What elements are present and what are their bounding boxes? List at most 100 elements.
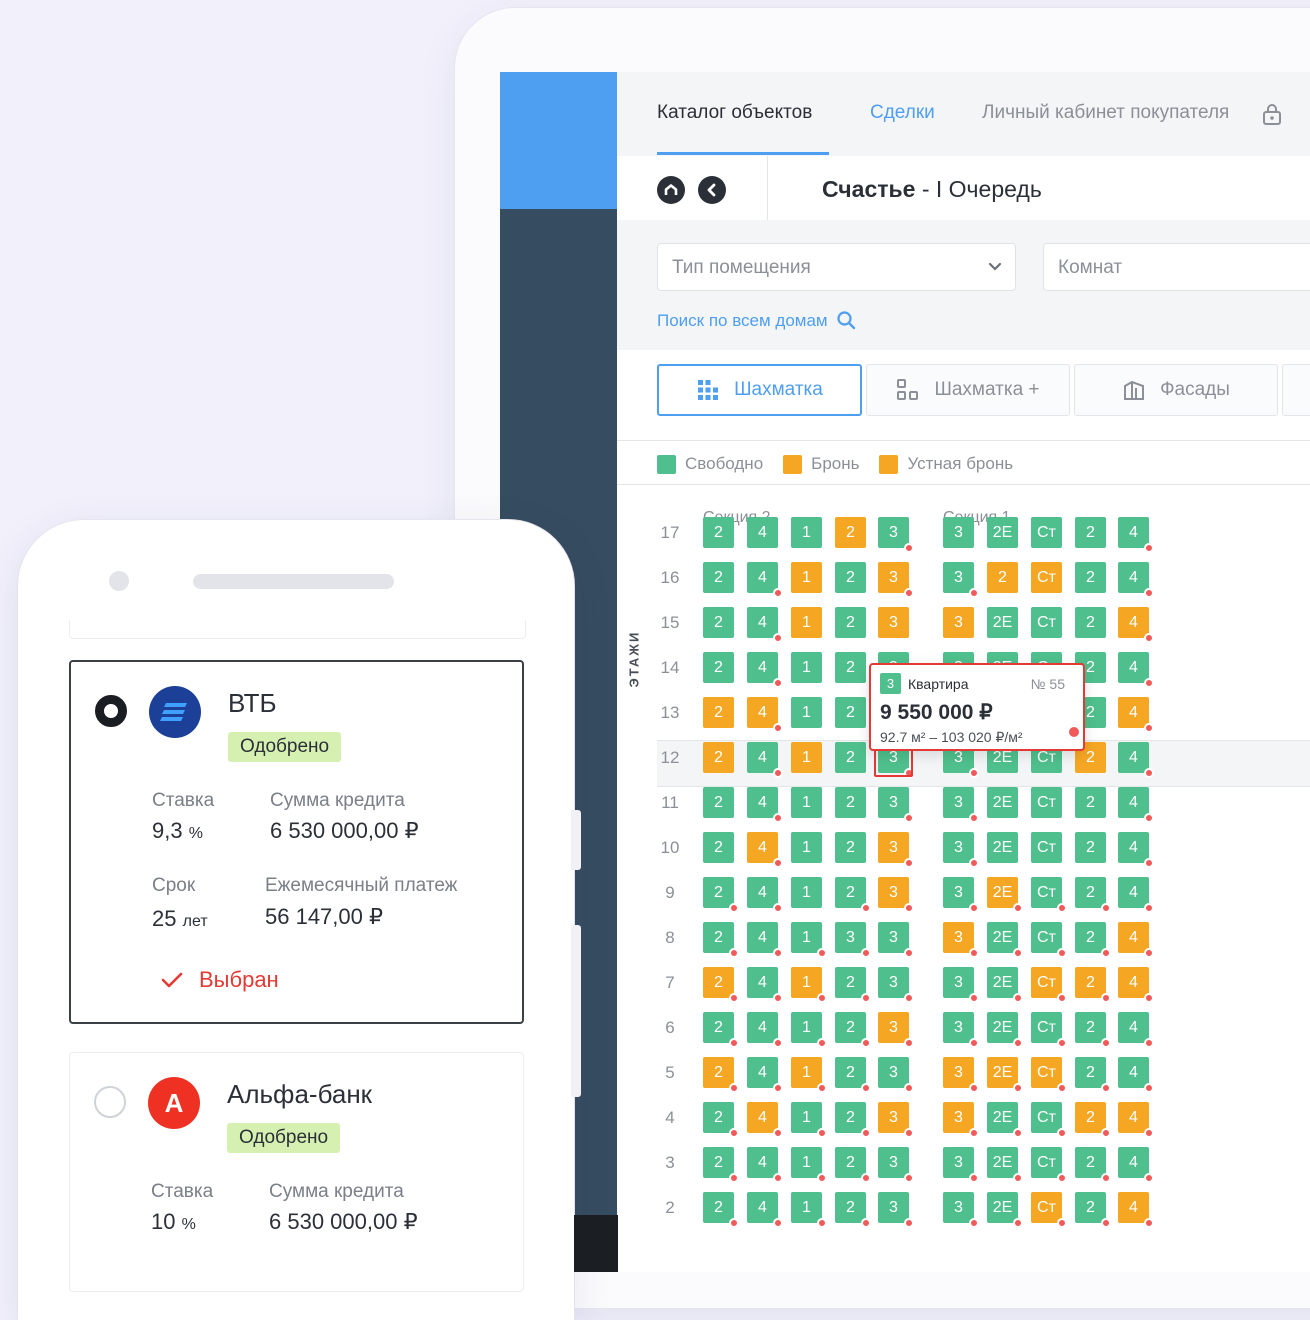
home-button[interactable]	[657, 176, 685, 204]
apartment-cell[interactable]: 3	[878, 787, 914, 823]
apartment-cell[interactable]: 2Е	[987, 1192, 1023, 1228]
apartment-cell[interactable]: Ст	[1031, 787, 1062, 818]
apartment-cell[interactable]: 2	[835, 652, 866, 683]
apartment-cell[interactable]: 3	[878, 517, 914, 553]
apartment-cell[interactable]: 2Е	[987, 1057, 1023, 1093]
apartment-cell[interactable]: 2	[703, 967, 739, 1003]
apartment-cell[interactable]: 4	[1118, 1057, 1154, 1093]
apartment-cell[interactable]: 4	[747, 877, 783, 913]
apartment-cell[interactable]: 4	[1118, 1102, 1154, 1138]
tab-deals[interactable]: Сделки	[870, 102, 935, 124]
radio-selected[interactable]	[95, 695, 127, 727]
apartment-cell[interactable]: 2Е	[987, 1147, 1023, 1183]
apartment-cell[interactable]: 2	[835, 1147, 871, 1183]
apartment-cell[interactable]: 1	[791, 517, 822, 548]
apartment-cell[interactable]: 2Е	[987, 877, 1023, 913]
apartment-cell[interactable]: 2	[703, 607, 734, 638]
apartment-cell[interactable]: 3	[943, 787, 979, 823]
apartment-cell[interactable]: 1	[791, 1192, 827, 1228]
apartment-cell[interactable]: 4	[1118, 877, 1154, 913]
apartment-cell[interactable]: 2Е	[987, 607, 1018, 638]
back-button[interactable]	[698, 176, 726, 204]
bank-card-alfa[interactable]: А Альфа-банк Одобрено Ставка 10 % Сумма …	[69, 1052, 524, 1292]
apartment-cell[interactable]: 3	[943, 1012, 979, 1048]
apartment-cell[interactable]: 2	[835, 1057, 871, 1093]
apartment-cell[interactable]: 2	[703, 517, 734, 548]
apartment-cell[interactable]: 2Е	[987, 922, 1023, 958]
apartment-cell[interactable]: 2	[703, 1057, 739, 1093]
apartment-cell[interactable]: 2Е	[987, 832, 1018, 863]
apartment-cell[interactable]: 2	[835, 787, 866, 818]
apartment-cell[interactable]: 1	[791, 967, 827, 1003]
apartment-cell[interactable]: 4	[1118, 787, 1154, 823]
apartment-cell[interactable]: 2	[1075, 787, 1106, 818]
apartment-cell[interactable]: Ст	[1031, 517, 1062, 548]
apartment-cell[interactable]: 2	[1075, 1012, 1111, 1048]
apartment-cell[interactable]: 4	[747, 607, 783, 643]
tab-chessboard-plus[interactable]: Шахматка +	[866, 364, 1070, 416]
apartment-cell[interactable]: 1	[791, 1057, 827, 1093]
radio-unselected[interactable]	[94, 1086, 126, 1118]
apartment-cell[interactable]: Ст	[1031, 1147, 1067, 1183]
apartment-cell[interactable]: 3	[943, 562, 979, 598]
apartment-cell[interactable]: 3	[878, 967, 914, 1003]
apartment-cell[interactable]: 2	[703, 1147, 739, 1183]
apartment-cell[interactable]: 1	[791, 877, 822, 908]
apartment-cell[interactable]: 2	[1075, 1147, 1111, 1183]
apartment-cell[interactable]: 4	[747, 967, 783, 1003]
apartment-cell[interactable]: 2Е	[987, 517, 1018, 548]
apartment-cell[interactable]: 1	[791, 1102, 827, 1138]
apartment-cell[interactable]: 2Е	[987, 787, 1018, 818]
apartment-cell[interactable]: 4	[1118, 697, 1154, 733]
apartment-cell[interactable]: 3	[835, 922, 871, 958]
apartment-cell[interactable]: 2	[835, 967, 871, 1003]
apartment-cell[interactable]: 2	[835, 697, 866, 728]
apartment-cell[interactable]: 1	[791, 562, 822, 593]
apartment-cell[interactable]: 1	[791, 832, 822, 863]
apartment-cell[interactable]: 4	[1118, 517, 1154, 553]
apartment-cell[interactable]: 2	[703, 832, 734, 863]
apartment-cell[interactable]: 2	[835, 877, 871, 913]
apartment-cell[interactable]: 4	[1118, 562, 1154, 598]
apartment-cell[interactable]: Ст	[1031, 1192, 1067, 1228]
apartment-cell[interactable]: 3	[878, 1012, 914, 1048]
apartment-cell[interactable]: 2	[1075, 832, 1106, 863]
apartment-cell[interactable]: 3	[878, 607, 909, 638]
apartment-cell[interactable]: 3	[878, 1102, 914, 1138]
apartment-cell[interactable]: 4	[747, 832, 783, 868]
apartment-cell[interactable]: 4	[1118, 1012, 1154, 1048]
apartment-cell[interactable]: Ст	[1031, 1012, 1067, 1048]
apartment-cell[interactable]: 2	[703, 697, 734, 728]
apartment-cell[interactable]: 4	[747, 1102, 783, 1138]
apartment-cell[interactable]: Ст	[1031, 922, 1067, 958]
apartment-cell[interactable]: 2	[703, 922, 739, 958]
apartment-cell[interactable]: 4	[1118, 652, 1154, 688]
apartment-cell[interactable]: 3	[878, 562, 914, 598]
apartment-cell[interactable]: 2	[1075, 1102, 1111, 1138]
apartment-cell[interactable]: 3	[878, 877, 914, 913]
apartment-cell[interactable]: 2	[835, 1102, 871, 1138]
apartment-cell[interactable]: 2	[1075, 607, 1106, 638]
apartment-cell[interactable]: 4	[747, 922, 783, 958]
search-all-houses-link[interactable]: Поиск по всем домам	[657, 310, 856, 331]
apartment-cell[interactable]: 2	[703, 787, 734, 818]
apartment-cell[interactable]: 4	[1118, 742, 1154, 778]
apartment-cell[interactable]: 2	[1075, 967, 1111, 1003]
apartment-cell[interactable]: 1	[791, 787, 822, 818]
apartment-cell[interactable]: Ст	[1031, 1057, 1067, 1093]
apartment-cell[interactable]: 4	[747, 787, 783, 823]
apartment-cell[interactable]: 2	[835, 607, 866, 638]
apartment-cell[interactable]: 3	[943, 877, 979, 913]
apartment-cell[interactable]: 4	[747, 742, 783, 778]
apartment-cell[interactable]: Ст	[1031, 1102, 1067, 1138]
apartment-cell[interactable]: 2	[1075, 922, 1111, 958]
apartment-cell[interactable]: 3	[943, 1102, 979, 1138]
apartment-cell[interactable]: 2	[703, 562, 734, 593]
apartment-cell[interactable]: 4	[747, 697, 783, 733]
apartment-cell[interactable]: 2	[835, 517, 866, 548]
apartment-cell[interactable]: 1	[791, 652, 822, 683]
apartment-cell[interactable]: 2	[1075, 1057, 1111, 1093]
apartment-cell[interactable]: Ст	[1031, 607, 1062, 638]
apartment-cell[interactable]: 4	[1118, 1192, 1154, 1228]
apartment-cell[interactable]: 3	[943, 922, 979, 958]
